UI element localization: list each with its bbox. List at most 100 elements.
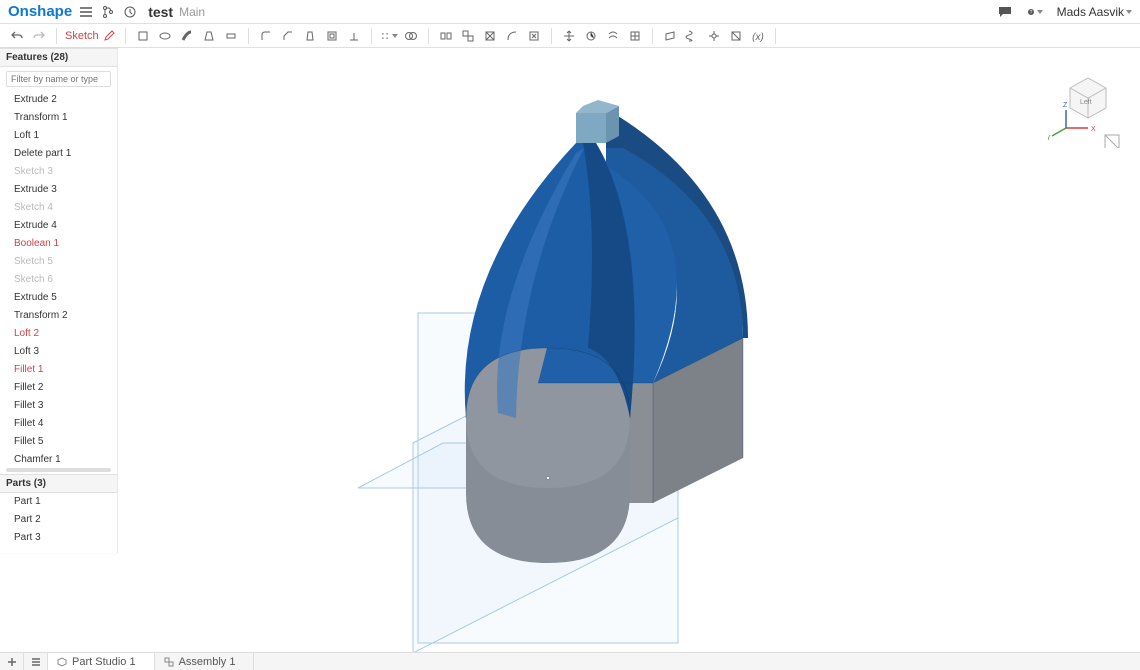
part-item[interactable]: Part 3 (0, 529, 117, 547)
feature-item[interactable]: Sketch 3 (0, 163, 117, 181)
model-view[interactable] (118, 48, 1140, 652)
transform-icon[interactable] (459, 27, 477, 45)
sweep-icon[interactable] (178, 27, 196, 45)
split-icon[interactable] (437, 27, 455, 45)
feature-item[interactable]: Boolean 1 (0, 235, 117, 253)
sketch-button[interactable]: Sketch (65, 30, 115, 42)
feature-item[interactable]: Extrude 2 (0, 91, 117, 109)
pencil-icon (103, 30, 115, 42)
delete-part-icon[interactable] (481, 27, 499, 45)
draft-icon[interactable] (301, 27, 319, 45)
chamfer-icon[interactable] (279, 27, 297, 45)
replace-face-icon[interactable] (582, 27, 600, 45)
offset-surface-icon[interactable] (604, 27, 622, 45)
part-item[interactable]: Part 2 (0, 511, 117, 529)
helix-icon[interactable] (683, 27, 701, 45)
svg-text:?: ? (1029, 10, 1032, 16)
feature-item[interactable]: Fillet 5 (0, 433, 117, 451)
document-name[interactable]: test (148, 4, 173, 20)
fillet-icon[interactable] (257, 27, 275, 45)
variable-icon[interactable]: (x) (749, 27, 767, 45)
comments-icon[interactable] (997, 4, 1013, 20)
delete-face-icon[interactable] (525, 27, 543, 45)
feature-item[interactable]: Loft 3 (0, 343, 117, 361)
feature-item[interactable]: Fillet 4 (0, 415, 117, 433)
rollback-bar[interactable] (6, 468, 111, 472)
feature-item[interactable]: Fillet 2 (0, 379, 117, 397)
feature-item[interactable]: Chamfer 1 (0, 451, 117, 466)
tab-label: Part Studio 1 (72, 656, 136, 668)
feature-item[interactable]: Extrude 5 (0, 289, 117, 307)
parts-list: Part 1Part 2Part 3 (0, 493, 117, 553)
feature-item[interactable]: Sketch 6 (0, 271, 117, 289)
separator (428, 28, 429, 44)
assembly-icon (163, 656, 175, 668)
model-face[interactable] (576, 113, 606, 143)
separator (775, 28, 776, 44)
feature-item[interactable]: Transform 1 (0, 109, 117, 127)
plane-icon[interactable] (661, 27, 679, 45)
rib-icon[interactable] (345, 27, 363, 45)
viewcube-face-label[interactable]: Left (1080, 99, 1092, 106)
feature-item[interactable]: Delete part 1 (0, 145, 117, 163)
axis-y-label: Y (1048, 135, 1051, 142)
history-icon[interactable] (122, 4, 138, 20)
modify-fillet-icon[interactable] (503, 27, 521, 45)
undo-button[interactable] (8, 27, 26, 45)
move-face-icon[interactable] (560, 27, 578, 45)
sidebar: Features (28) Extrude 2Transform 1Loft 1… (0, 48, 118, 553)
feature-item[interactable]: Loft 2 (0, 325, 117, 343)
pattern-icon[interactable] (380, 27, 398, 45)
add-tab-button[interactable] (0, 653, 24, 670)
model-body[interactable] (465, 100, 748, 563)
tab-part-studio[interactable]: Part Studio 1 (48, 653, 155, 670)
section-view-toggle[interactable] (1105, 135, 1119, 148)
feature-item[interactable]: Transform 2 (0, 307, 117, 325)
section-view-icon[interactable] (727, 27, 745, 45)
features-panel-header[interactable]: Features (28) (0, 48, 117, 67)
part-studio-icon (56, 656, 68, 668)
feature-item[interactable]: Fillet 1 (0, 361, 117, 379)
part-item[interactable]: Part 1 (0, 493, 117, 511)
axis-x-label: X (1091, 126, 1096, 133)
extrude-icon[interactable] (134, 27, 152, 45)
dock: Part Studio 1 Assembly 1 (0, 652, 1140, 670)
user-menu[interactable]: Mads Aasvik (1057, 5, 1132, 19)
top-bar: Onshape test Main ? Mads Aasvik (0, 0, 1140, 24)
tab-label: Assembly 1 (179, 656, 236, 668)
branch-icon[interactable] (100, 4, 116, 20)
boolean-icon[interactable] (402, 27, 420, 45)
separator (248, 28, 249, 44)
parts-panel-header[interactable]: Parts (3) (0, 474, 117, 493)
separator (125, 28, 126, 44)
redo-button[interactable] (30, 27, 48, 45)
boundary-surface-icon[interactable] (626, 27, 644, 45)
sketch-label-text: Sketch (65, 30, 99, 42)
toolbar: Sketch (x) (0, 24, 1140, 48)
tab-manager-button[interactable] (24, 653, 48, 670)
feature-item[interactable]: Sketch 5 (0, 253, 117, 271)
feature-item[interactable]: Extrude 4 (0, 217, 117, 235)
feature-item[interactable]: Extrude 3 (0, 181, 117, 199)
feature-item[interactable]: Sketch 4 (0, 199, 117, 217)
logo[interactable]: Onshape (8, 3, 72, 20)
axis-z-label: Z (1063, 102, 1068, 109)
shell-icon[interactable] (323, 27, 341, 45)
workspace-name[interactable]: Main (179, 5, 205, 19)
separator (56, 28, 57, 44)
feature-item[interactable]: Fillet 3 (0, 397, 117, 415)
help-icon[interactable]: ? (1027, 4, 1043, 20)
revolve-icon[interactable] (156, 27, 174, 45)
origin-point[interactable] (547, 477, 550, 480)
top-right: ? Mads Aasvik (997, 4, 1132, 20)
view-cube[interactable]: Left X Y Z (1048, 58, 1128, 148)
feature-item[interactable]: Loft 1 (0, 127, 117, 145)
thicken-icon[interactable] (222, 27, 240, 45)
viewport[interactable] (118, 48, 1140, 652)
separator (551, 28, 552, 44)
tab-assembly[interactable]: Assembly 1 (155, 653, 255, 670)
mate-connector-icon[interactable] (705, 27, 723, 45)
loft-icon[interactable] (200, 27, 218, 45)
features-filter-input[interactable] (6, 71, 111, 87)
menu-icon[interactable] (78, 4, 94, 20)
